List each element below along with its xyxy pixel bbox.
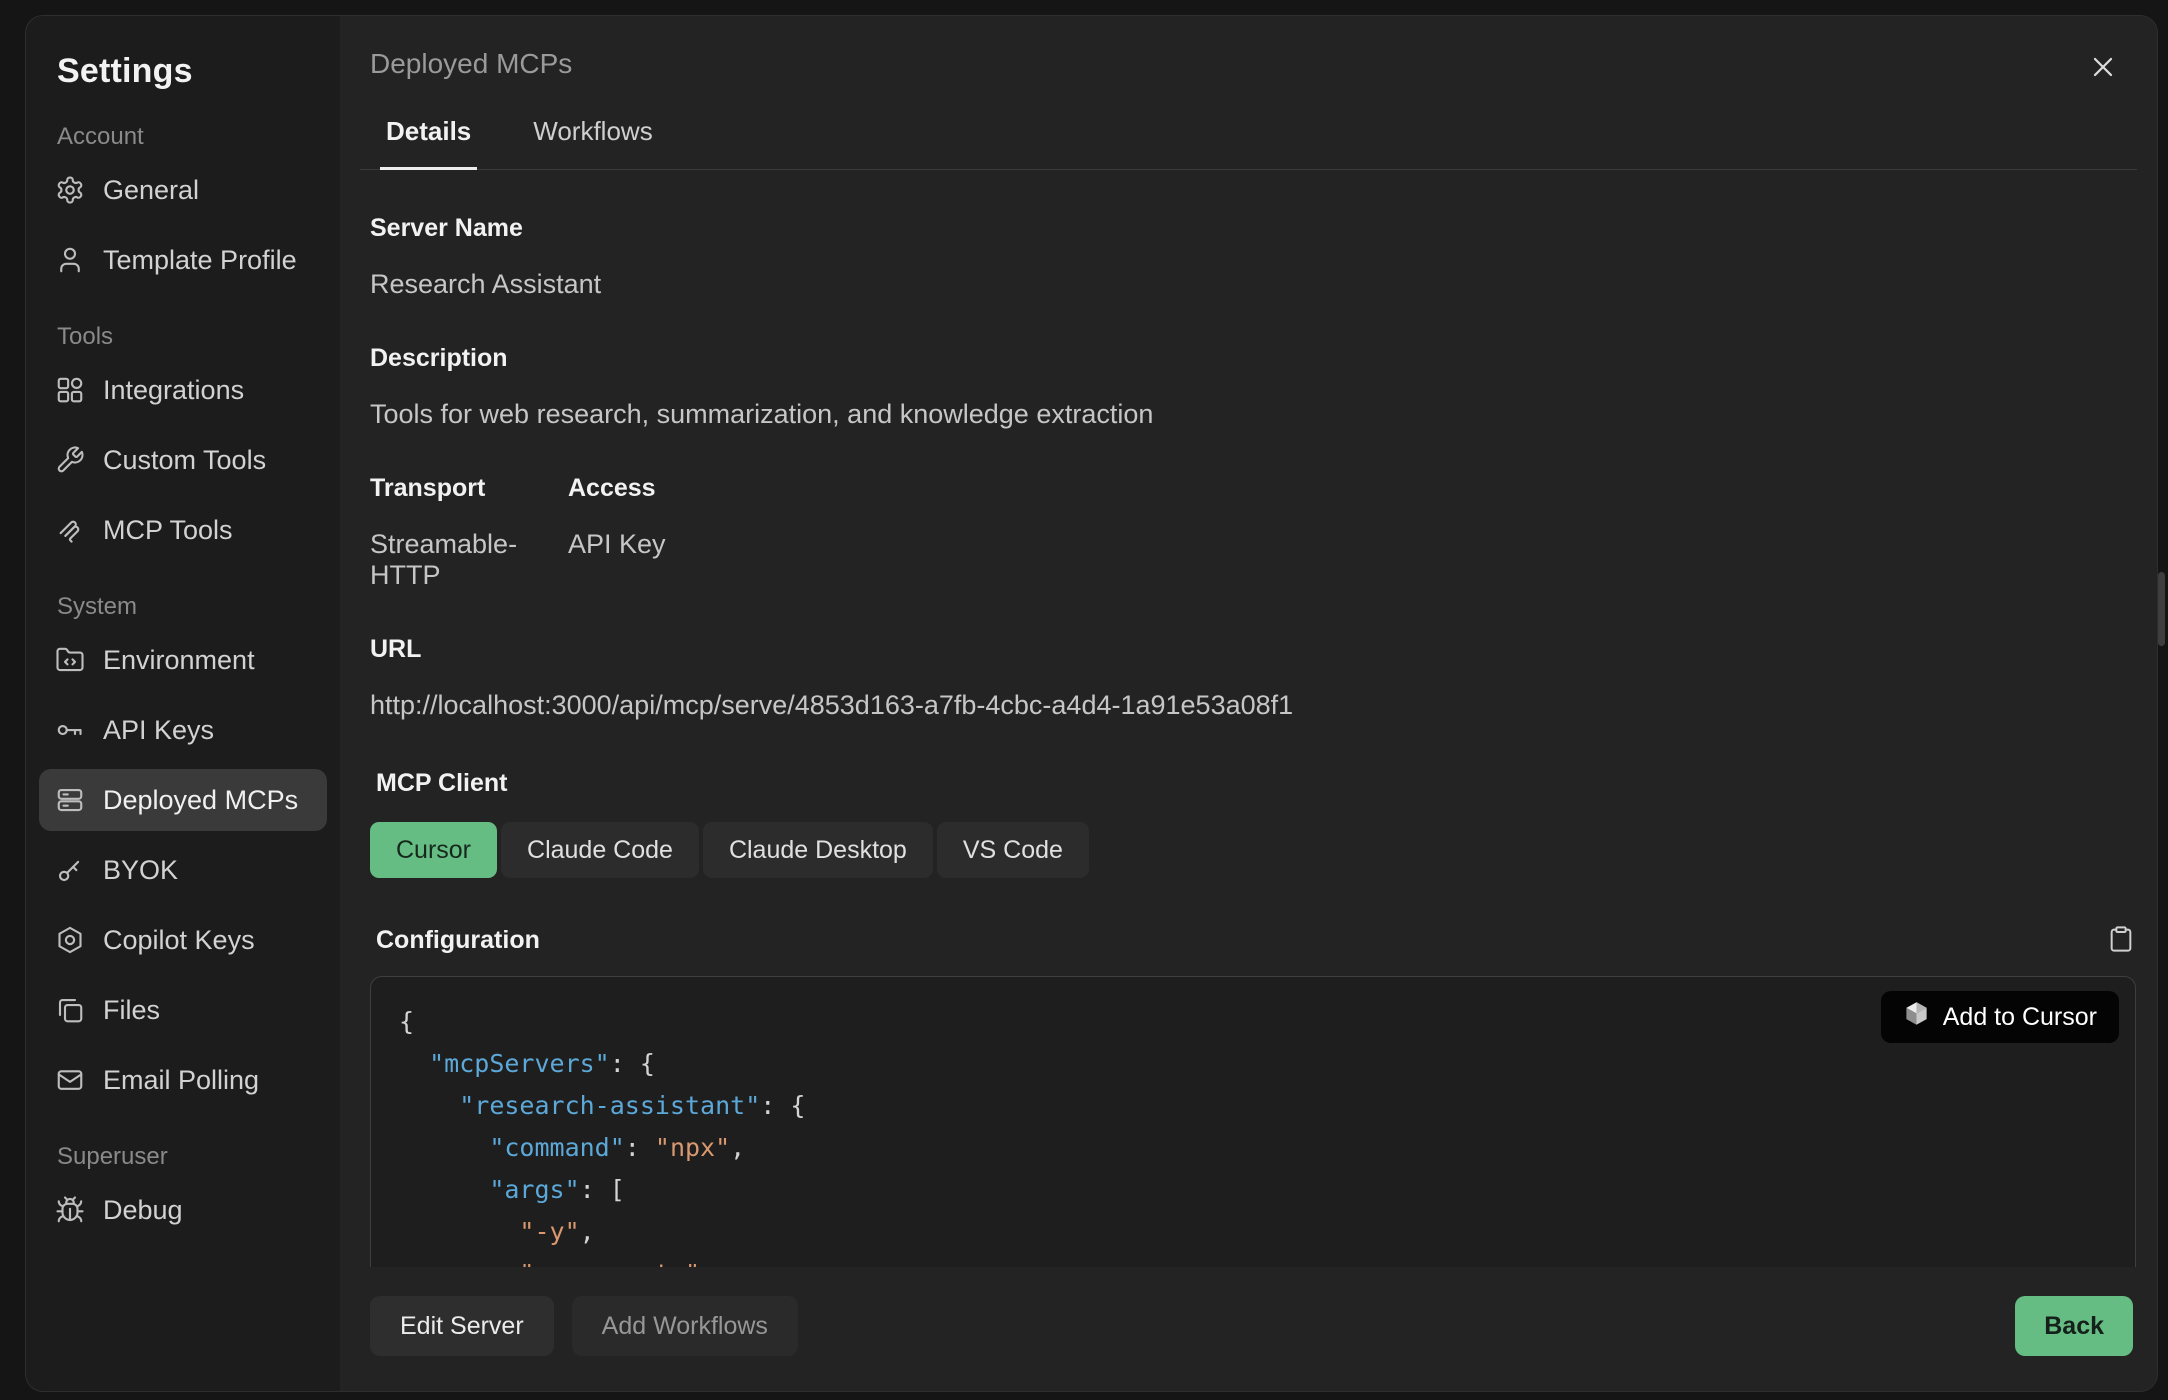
sidebar-item-label: Environment	[103, 645, 255, 676]
transport-access-row: Transport Streamable-HTTP Access API Key	[370, 474, 2136, 591]
clipboard-icon	[2107, 942, 2135, 957]
settings-sidebar: Settings Account General Template Profile T…	[26, 16, 340, 1391]
code-lines: { "mcpServers": { "research-assistant": …	[399, 1001, 2107, 1267]
wrench-icon	[55, 445, 85, 475]
copy-configuration-button[interactable]	[2106, 924, 2136, 956]
page-scrollbar-thumb[interactable]	[2158, 572, 2165, 646]
code-line-4: "command": "npx",	[399, 1127, 2107, 1169]
sidebar-item-label: API Keys	[103, 715, 214, 746]
sidebar-item-copilot-keys[interactable]: Copilot Keys	[39, 909, 327, 971]
sidebar-item-mcp-tools[interactable]: MCP Tools	[39, 499, 327, 561]
sidebar-item-label: Custom Tools	[103, 445, 266, 476]
description-label: Description	[370, 344, 2136, 373]
mail-icon	[55, 1065, 85, 1095]
mcp-client-selector: CursorClaude CodeClaude DesktopVS Code	[370, 822, 2136, 878]
server-name-label: Server Name	[370, 214, 2136, 243]
client-button-claude-desktop[interactable]: Claude Desktop	[703, 822, 933, 878]
sidebar-item-custom-tools[interactable]: Custom Tools	[39, 429, 327, 491]
sidebar-section-label-account: Account	[57, 123, 327, 151]
code-line-6: "-y",	[399, 1211, 2107, 1253]
add-workflows-button[interactable]: Add Workflows	[572, 1296, 798, 1356]
access-value: API Key	[568, 529, 666, 560]
key-diagonal-icon	[55, 855, 85, 885]
sidebar-section-label-tools: Tools	[57, 323, 327, 351]
configuration-code-block[interactable]: Add to Cursor { "mcpServers": { "researc…	[370, 976, 2136, 1267]
close-button[interactable]	[2085, 50, 2121, 86]
sidebar-item-label: Debug	[103, 1195, 183, 1226]
sidebar-item-files[interactable]: Files	[39, 979, 327, 1041]
tab-workflows[interactable]: Workflows	[527, 116, 658, 170]
code-line-7: "mcp-remote",	[399, 1253, 2107, 1267]
client-button-claude-code[interactable]: Claude Code	[501, 822, 699, 878]
transport-value: Streamable-HTTP	[370, 529, 498, 591]
sidebar-sections: Account General Template Profile Tools Integ…	[39, 123, 327, 1241]
gear-icon	[55, 175, 85, 205]
sidebar-item-label: Email Polling	[103, 1065, 259, 1096]
sidebar-item-label: General	[103, 175, 199, 206]
folder-code-icon	[55, 645, 85, 675]
url-value: http://localhost:3000/api/mcp/serve/4853…	[370, 690, 2136, 721]
panel-title: Deployed MCPs	[370, 48, 2117, 80]
back-button[interactable]: Back	[2015, 1296, 2133, 1356]
copy-pages-icon	[55, 995, 85, 1025]
settings-title: Settings	[57, 52, 327, 91]
panel-header: Deployed MCPs	[340, 16, 2157, 80]
key-icon	[55, 715, 85, 745]
details-body: Server Name Research Assistant Descripti…	[340, 170, 2157, 1267]
sidebar-item-label: Integrations	[103, 375, 244, 406]
edit-server-button[interactable]: Edit Server	[370, 1296, 554, 1356]
sidebar-item-email-polling[interactable]: Email Polling	[39, 1049, 327, 1111]
tab-details[interactable]: Details	[380, 116, 477, 170]
configuration-row: Configuration	[376, 924, 2136, 956]
hexagon-circle-icon	[55, 925, 85, 955]
mcp-logo-icon	[55, 515, 85, 545]
code-line-2: "mcpServers": {	[399, 1043, 2107, 1085]
sidebar-item-template-profile[interactable]: Template Profile	[39, 229, 327, 291]
tab-bar: Details Workflows	[360, 116, 2137, 170]
sidebar-item-label: Files	[103, 995, 160, 1026]
sidebar-item-label: Template Profile	[103, 245, 297, 276]
sidebar-item-integrations[interactable]: Integrations	[39, 359, 327, 421]
configuration-label: Configuration	[376, 926, 540, 955]
code-line-1: {	[399, 1001, 2107, 1043]
sidebar-item-environment[interactable]: Environment	[39, 629, 327, 691]
panel-footer: Edit Server Add Workflows Back	[340, 1267, 2157, 1391]
sidebar-item-label: MCP Tools	[103, 515, 233, 546]
code-line-5: "args": [	[399, 1169, 2107, 1211]
add-to-cursor-button[interactable]: Add to Cursor	[1881, 991, 2119, 1043]
sidebar-item-byok[interactable]: BYOK	[39, 839, 327, 901]
deployed-mcps-panel: Deployed MCPs Details Workflows Server Na…	[340, 16, 2157, 1391]
url-label: URL	[370, 635, 2136, 664]
sidebar-section-label-superuser: Superuser	[57, 1143, 327, 1171]
client-button-vs-code[interactable]: VS Code	[937, 822, 1089, 878]
add-to-cursor-label: Add to Cursor	[1943, 1003, 2097, 1032]
user-icon	[55, 245, 85, 275]
transport-label: Transport	[370, 474, 498, 503]
cursor-logo-icon	[1903, 1000, 1930, 1034]
description-value: Tools for web research, summarization, a…	[370, 399, 2136, 430]
server-name-value: Research Assistant	[370, 269, 2136, 300]
server-icon	[55, 785, 85, 815]
sidebar-section-label-system: System	[57, 593, 327, 621]
settings-modal: Settings Account General Template Profile T…	[25, 15, 2158, 1392]
close-icon	[2087, 71, 2119, 86]
client-button-cursor[interactable]: Cursor	[370, 822, 497, 878]
sidebar-item-debug[interactable]: Debug	[39, 1179, 327, 1241]
sidebar-item-label: Copilot Keys	[103, 925, 255, 956]
bug-icon	[55, 1195, 85, 1225]
sidebar-item-general[interactable]: General	[39, 159, 327, 221]
mcp-client-label: MCP Client	[376, 769, 2136, 798]
sidebar-item-label: BYOK	[103, 855, 178, 886]
sidebar-item-api-keys[interactable]: API Keys	[39, 699, 327, 761]
grid-shapes-icon	[55, 375, 85, 405]
sidebar-item-deployed-mcps[interactable]: Deployed MCPs	[39, 769, 327, 831]
app-background: { "sidebar": { "title": "Settings", "sec…	[0, 0, 2168, 1400]
sidebar-item-label: Deployed MCPs	[103, 785, 298, 816]
code-line-3: "research-assistant": {	[399, 1085, 2107, 1127]
access-label: Access	[568, 474, 666, 503]
